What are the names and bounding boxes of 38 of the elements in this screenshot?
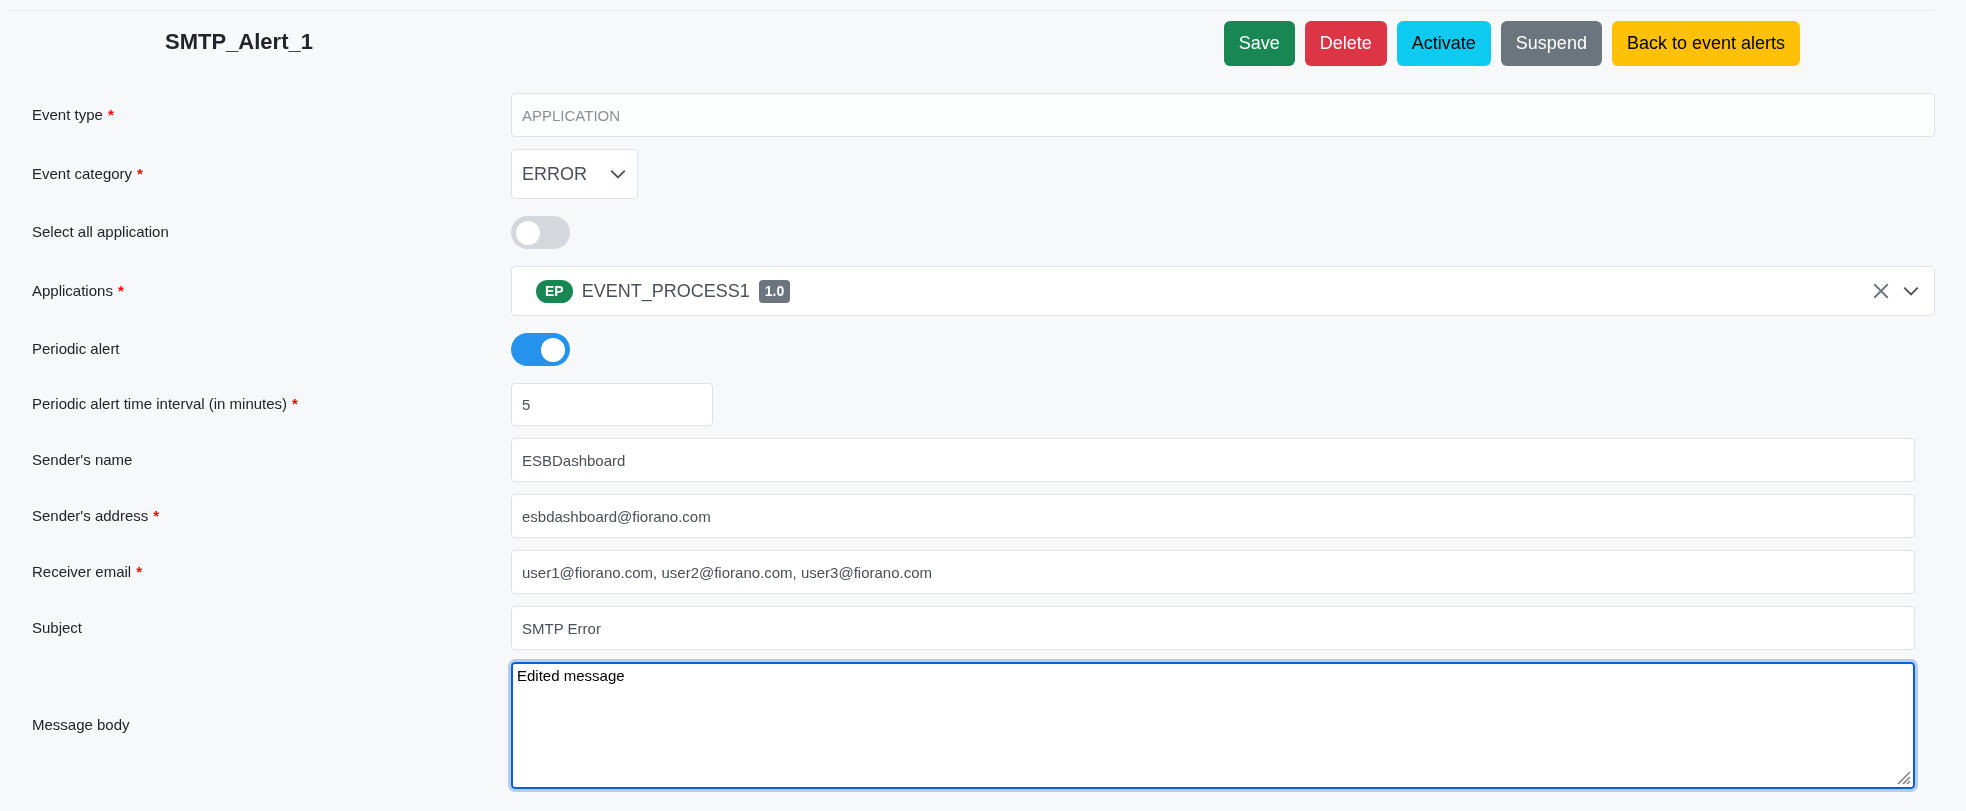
resize-handle-icon[interactable] — [1897, 771, 1911, 785]
number-field[interactable]: 5 — [511, 383, 713, 426]
required-mark: * — [153, 505, 160, 526]
action-button[interactable]: Save — [1223, 21, 1295, 66]
message-textarea[interactable]: Edited message — [511, 662, 1915, 789]
text-field[interactable]: esbdashboard@fiorano.com — [511, 494, 1915, 538]
application-name: EVENT_PROCESS1 — [581, 279, 750, 304]
action-button[interactable]: Suspend — [1500, 21, 1602, 66]
field-label: Message body — [32, 715, 130, 736]
field-label: Sender's address — [32, 505, 149, 526]
required-mark: * — [117, 280, 124, 301]
version-badge: 1.0 — [758, 279, 791, 303]
applications-select[interactable]: EP EVENT_PROCESS1 1.0 — [511, 266, 1935, 316]
action-button[interactable]: Back to event alerts — [1611, 21, 1800, 66]
text-field[interactable]: user1@fiorano.com, user2@fiorano.com, user3@fiorano.com — [511, 550, 1915, 594]
field-label: Subject — [32, 617, 83, 638]
field-label: Applications — [32, 280, 113, 301]
alert-title: SMTP_Alert_1 — [165, 28, 313, 56]
required-mark: * — [136, 561, 143, 582]
field-label: Periodic alert — [32, 339, 120, 360]
close-icon[interactable] — [1872, 282, 1890, 300]
field-label: Periodic alert time interval (in minutes) — [32, 394, 288, 415]
category-select[interactable]: ERROR — [511, 149, 638, 199]
required-mark: * — [292, 394, 298, 415]
app-badge: EP — [536, 279, 573, 303]
action-button[interactable]: Activate — [1396, 21, 1491, 66]
required-mark: * — [137, 163, 143, 184]
text-field[interactable]: ESBDashboard — [511, 438, 1915, 482]
field-label: Sender's name — [32, 449, 133, 470]
field-label: Select all application — [32, 222, 169, 243]
required-mark: * — [107, 104, 114, 125]
field-label: Event type — [32, 104, 103, 125]
field-label: Receiver email — [32, 561, 132, 582]
text-field[interactable]: SMTP Error — [511, 606, 1915, 650]
action-button[interactable]: Delete — [1304, 21, 1387, 66]
toggle-switch[interactable] — [511, 333, 570, 366]
field-label: Event category — [32, 163, 133, 184]
toggle-switch[interactable] — [511, 216, 570, 249]
